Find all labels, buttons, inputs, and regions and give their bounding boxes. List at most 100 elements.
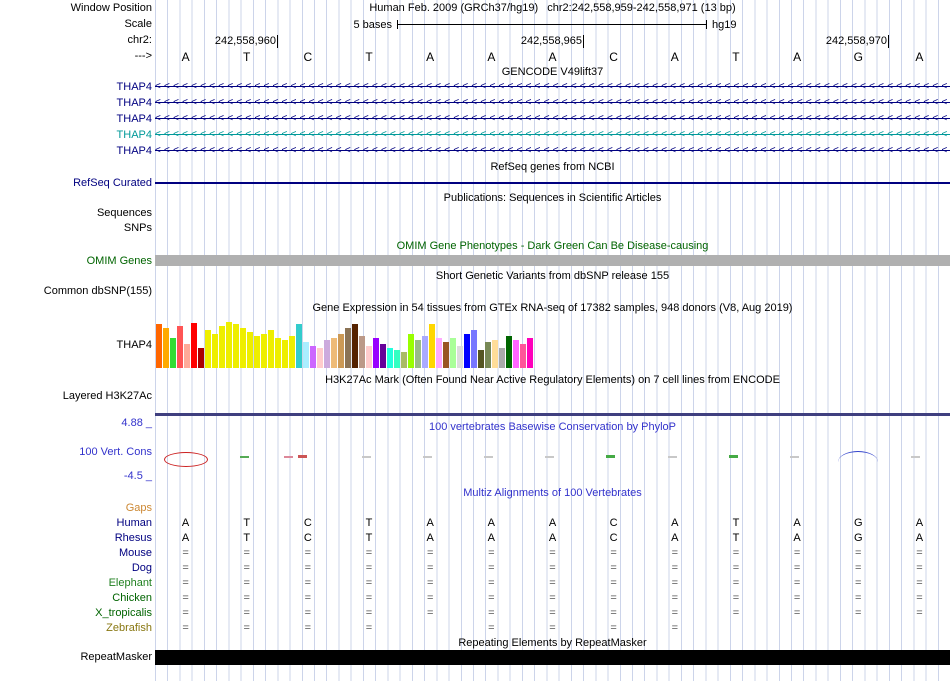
gtex-bar[interactable] bbox=[226, 322, 232, 368]
gtex-bar[interactable] bbox=[163, 328, 169, 368]
alignment-cell: C bbox=[609, 532, 618, 544]
gtex-bar[interactable] bbox=[219, 326, 225, 368]
gtex-bar[interactable] bbox=[261, 334, 267, 368]
gtex-bar[interactable] bbox=[366, 346, 372, 368]
gtex-bar[interactable] bbox=[408, 334, 414, 368]
gene-row[interactable]: <<<<<<<<<<<<<<<<<<<<<<<<<<<<<<<<<<<<<<<<… bbox=[155, 81, 950, 93]
gtex-bar[interactable] bbox=[520, 344, 526, 368]
track-label-thap4[interactable]: THAP4 bbox=[0, 145, 152, 157]
gtex-bar[interactable] bbox=[513, 340, 519, 368]
gtex-bar[interactable] bbox=[254, 336, 260, 368]
gtex-bar[interactable] bbox=[464, 334, 470, 368]
gtex-bar[interactable] bbox=[345, 328, 351, 368]
gene-row[interactable]: <<<<<<<<<<<<<<<<<<<<<<<<<<<<<<<<<<<<<<<<… bbox=[155, 145, 950, 157]
gtex-bar[interactable] bbox=[422, 336, 428, 368]
ruler-base: A bbox=[670, 50, 679, 64]
gtex-bar[interactable] bbox=[359, 336, 365, 368]
gtex-bar[interactable] bbox=[289, 336, 295, 368]
gtex-bar[interactable] bbox=[394, 350, 400, 368]
gtex-bar[interactable] bbox=[303, 342, 309, 368]
alignment-cell: = bbox=[610, 622, 617, 634]
species-label[interactable]: Dog bbox=[0, 562, 152, 575]
alignment-cell: = bbox=[426, 577, 434, 589]
track-title-publications: Publications: Sequences in Scientific Ar… bbox=[443, 192, 662, 204]
alignment-cell: = bbox=[488, 607, 495, 619]
gtex-bar[interactable] bbox=[247, 332, 253, 368]
gtex-bar[interactable] bbox=[310, 346, 316, 368]
track-label-thap4[interactable]: THAP4 bbox=[0, 97, 152, 109]
gtex-bar[interactable] bbox=[212, 334, 218, 368]
base-ruler[interactable]: ATCTAAACATAGA bbox=[155, 50, 950, 64]
gtex-bar[interactable] bbox=[387, 348, 393, 368]
gtex-bar[interactable] bbox=[471, 330, 477, 368]
species-label[interactable]: Zebrafish bbox=[0, 622, 152, 635]
gtex-bar[interactable] bbox=[401, 352, 407, 368]
track-label-gtex-thap4[interactable]: THAP4 bbox=[0, 339, 152, 352]
species-label[interactable]: X_tropicalis bbox=[0, 607, 152, 620]
gtex-bar[interactable] bbox=[429, 324, 435, 368]
track-label-sequences[interactable]: Sequences bbox=[0, 207, 152, 220]
repeatmasker-bar[interactable] bbox=[155, 650, 950, 665]
conservation-mark bbox=[668, 456, 677, 458]
gtex-bar[interactable] bbox=[443, 342, 449, 368]
omim-bar[interactable] bbox=[155, 255, 950, 266]
gtex-bar[interactable] bbox=[527, 338, 533, 368]
gtex-bar[interactable] bbox=[373, 338, 379, 368]
species-label[interactable]: Mouse bbox=[0, 547, 152, 560]
track-label-snps[interactable]: SNPs bbox=[0, 222, 152, 235]
gtex-bar[interactable] bbox=[457, 346, 463, 368]
gtex-bar[interactable] bbox=[324, 340, 330, 368]
gene-row[interactable]: <<<<<<<<<<<<<<<<<<<<<<<<<<<<<<<<<<<<<<<<… bbox=[155, 113, 950, 125]
gtex-bar-chart[interactable] bbox=[156, 318, 536, 368]
gtex-bar[interactable] bbox=[205, 330, 211, 368]
track-label-layered-h3k27ac[interactable]: Layered H3K27Ac bbox=[0, 390, 152, 403]
gtex-bar[interactable] bbox=[198, 348, 204, 368]
gtex-bar[interactable] bbox=[492, 340, 498, 368]
refseq-line[interactable] bbox=[155, 182, 950, 184]
gtex-bar[interactable] bbox=[177, 326, 183, 368]
gtex-bar[interactable] bbox=[296, 324, 302, 368]
gtex-bar[interactable] bbox=[506, 336, 512, 368]
gtex-bar[interactable] bbox=[170, 338, 176, 368]
gtex-bar[interactable] bbox=[380, 344, 386, 368]
gtex-bar[interactable] bbox=[499, 348, 505, 368]
track-label-thap4[interactable]: THAP4 bbox=[0, 129, 152, 141]
gtex-bar[interactable] bbox=[184, 344, 190, 368]
alignment-cell: A bbox=[915, 532, 924, 544]
track-label-refseq-curated[interactable]: RefSeq Curated bbox=[0, 177, 152, 190]
gtex-bar[interactable] bbox=[478, 350, 484, 368]
gtex-bar[interactable] bbox=[240, 328, 246, 368]
gtex-bar[interactable] bbox=[317, 348, 323, 368]
track-label-thap4[interactable]: THAP4 bbox=[0, 113, 152, 125]
alignment-cell: = bbox=[182, 592, 189, 604]
h3k27ac-line[interactable] bbox=[155, 413, 950, 416]
species-label[interactable]: Human bbox=[0, 517, 152, 530]
gtex-bar[interactable] bbox=[156, 324, 162, 368]
gtex-bar[interactable] bbox=[338, 334, 344, 368]
gene-row[interactable]: <<<<<<<<<<<<<<<<<<<<<<<<<<<<<<<<<<<<<<<<… bbox=[155, 129, 950, 141]
gtex-bar[interactable] bbox=[268, 330, 274, 368]
gene-row[interactable]: <<<<<<<<<<<<<<<<<<<<<<<<<<<<<<<<<<<<<<<<… bbox=[155, 97, 950, 109]
gtex-bar[interactable] bbox=[233, 324, 239, 368]
track-label-repeatmasker[interactable]: RepeatMasker bbox=[0, 651, 152, 664]
alignment-cell: = bbox=[488, 592, 495, 604]
track-label-omim-genes[interactable]: OMIM Genes bbox=[0, 255, 152, 268]
gtex-bar[interactable] bbox=[331, 338, 337, 368]
gtex-bar[interactable] bbox=[282, 340, 288, 368]
alignment-cell: = bbox=[671, 547, 678, 559]
alignment-cell: = bbox=[243, 622, 250, 634]
gtex-bar[interactable] bbox=[191, 323, 197, 368]
species-label[interactable]: Rhesus bbox=[0, 532, 152, 545]
track-label-common-dbsnp[interactable]: Common dbSNP(155) bbox=[0, 285, 152, 298]
species-label[interactable]: Elephant bbox=[0, 577, 152, 590]
gtex-bar[interactable] bbox=[352, 324, 358, 368]
gtex-bar[interactable] bbox=[485, 342, 491, 368]
track-label-thap4[interactable]: THAP4 bbox=[0, 81, 152, 93]
gtex-bar[interactable] bbox=[275, 338, 281, 368]
gtex-bar[interactable] bbox=[436, 338, 442, 368]
track-label-gaps[interactable]: Gaps bbox=[0, 502, 152, 515]
species-label[interactable]: Chicken bbox=[0, 592, 152, 605]
gtex-bar[interactable] bbox=[415, 340, 421, 368]
track-label-100-vert-cons[interactable]: 100 Vert. Cons bbox=[0, 446, 152, 459]
gtex-bar[interactable] bbox=[450, 338, 456, 368]
